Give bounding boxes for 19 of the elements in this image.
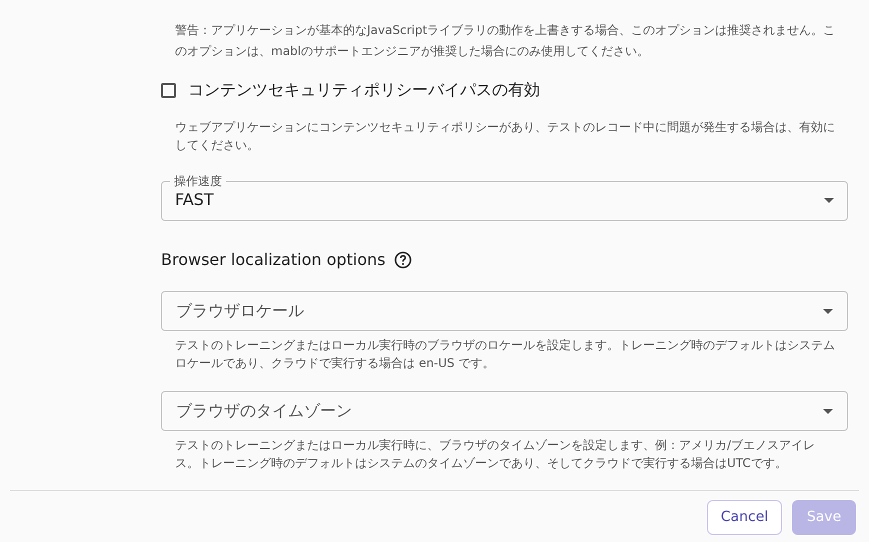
help-icon[interactable] — [394, 251, 412, 269]
select-field[interactable]: ブラウザロケール — [161, 291, 848, 331]
dropdown-caret-icon — [823, 308, 833, 314]
field-label: ブラウザロケール — [176, 300, 304, 322]
helper-text: テストのトレーニングまたはローカル実行時のブラウザのロケールを設定します。トレーニング時のデフォルトはシステムロケールであり、クラウドで実行する場合は en-US です。 — [174, 337, 836, 372]
select-field[interactable]: 操作速度 FAST — [161, 173, 848, 221]
section-heading: Browser localization options — [161, 249, 386, 271]
checkbox-label: コンテンツセキュリティポリシーバイパスの有効 — [188, 79, 540, 101]
field-label: ブラウザのタイムゾーン — [176, 400, 352, 422]
helper-text: ウェブアプリケーションにコンテンツセキュリティポリシーがあり、テストのレコード中に問題が発生する場合は、有効にしてください。 — [174, 119, 836, 154]
warning-text: 警告：アプリケーションが基本的なJavaScriptライブラリの動作を上書きする場合、このオプションは推奨されません。このオプションは、mablのサポートエンジニアが推奨した場合にのみ使用してください。 — [174, 22, 836, 60]
dropdown-caret-icon — [823, 408, 833, 414]
dropdown-caret-icon — [824, 198, 834, 202]
field-value: FAST — [175, 189, 214, 211]
cancel-button[interactable]: Cancel — [707, 500, 782, 535]
helper-text: テストのトレーニングまたはローカル実行時に、ブラウザのタイムゾーンを設定します、例：アメリカ/ブエノスアイレス。トレーニング時のデフォルトはシステムのタイムゾーンであり、そしてクラウドで実行する場合はUTCです。 — [174, 437, 816, 472]
checkbox[interactable] — [161, 82, 176, 98]
field-label: 操作速度 — [173, 173, 223, 189]
select-field[interactable]: ブラウザのタイムゾーン — [161, 391, 848, 431]
